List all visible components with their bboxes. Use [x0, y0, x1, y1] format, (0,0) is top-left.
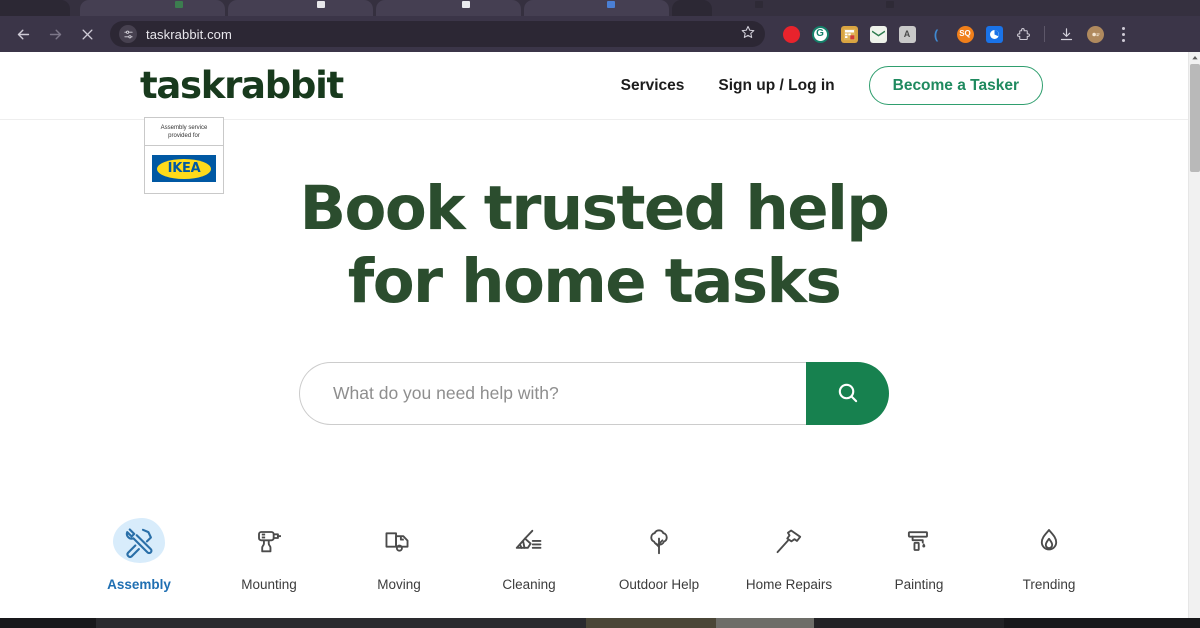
- nav-services[interactable]: Services: [621, 77, 685, 95]
- browser-tab[interactable]: [376, 0, 521, 16]
- extension-blue-chart[interactable]: [980, 20, 1008, 48]
- back-button[interactable]: [8, 19, 38, 49]
- taskrabbit-page: taskrabbit Services Sign up / Log in Bec…: [0, 52, 1188, 628]
- page-scrollbar[interactable]: [1188, 52, 1200, 628]
- tab-favicon: [175, 1, 183, 8]
- extension-calculator[interactable]: [835, 20, 863, 48]
- category-label: Painting: [894, 577, 944, 592]
- downloads-button[interactable]: [1052, 20, 1080, 48]
- become-a-tasker-button[interactable]: Become a Tasker: [868, 65, 1043, 106]
- browser-tab[interactable]: [80, 0, 225, 16]
- category-mounting[interactable]: Mounting: [204, 518, 334, 592]
- forward-button[interactable]: [40, 19, 70, 49]
- category-moving[interactable]: Moving: [334, 518, 464, 592]
- extensions-area: G A ( SQ: [777, 20, 1136, 48]
- hammer-icon-holder: [761, 518, 817, 566]
- badge-caption: Assembly service provided for: [145, 118, 223, 147]
- tab-favicon: [607, 1, 615, 8]
- stop-loading-button[interactable]: [72, 19, 102, 49]
- tab-favicon: [886, 1, 894, 8]
- profile-avatar[interactable]: [1081, 20, 1109, 48]
- drill-icon: [258, 531, 281, 553]
- nav-signup-login[interactable]: Sign up / Log in: [718, 77, 834, 95]
- taskrabbit-logo[interactable]: taskrabbit: [140, 67, 344, 104]
- flame-icon: [1040, 529, 1058, 551]
- drill-icon-holder: [241, 518, 297, 566]
- tab-favicon: [462, 1, 470, 8]
- category-label: Trending: [1022, 577, 1076, 592]
- category-outdoor-help[interactable]: Outdoor Help: [594, 518, 724, 592]
- category-label: Home Repairs: [745, 577, 833, 592]
- category-label: Outdoor Help: [618, 577, 700, 592]
- search-submit-button[interactable]: [806, 362, 889, 426]
- browser-tab[interactable]: [524, 0, 669, 16]
- browser-tab[interactable]: [0, 0, 70, 16]
- tab-strip[interactable]: [0, 0, 1200, 16]
- tab-favicon: [755, 1, 763, 8]
- extension-mail[interactable]: [864, 20, 892, 48]
- headline-line-2: for home tasks: [347, 246, 842, 318]
- broom-icon-holder: [501, 518, 557, 566]
- ikea-wordmark: IKEA: [167, 161, 201, 177]
- tab-favicon: [317, 1, 325, 8]
- category-home-repairs[interactable]: Home Repairs: [724, 518, 854, 592]
- category-label: Cleaning: [502, 577, 556, 592]
- browser-tab[interactable]: [228, 0, 373, 16]
- flame-icon-holder: [1021, 518, 1077, 566]
- scroll-up-arrow-icon[interactable]: [1189, 52, 1200, 64]
- tree-icon: [650, 529, 668, 555]
- category-row: Assembly Mounting Moving Cleaning Outdoo…: [0, 518, 1188, 592]
- search-bar: [299, 362, 889, 426]
- toolbar-divider: [1044, 26, 1045, 42]
- headline-line-1: Book trusted help: [299, 173, 890, 244]
- category-label: Assembly: [107, 577, 171, 592]
- scrollbar-thumb[interactable]: [1190, 64, 1200, 172]
- tree-icon-holder: [631, 518, 687, 566]
- chrome-menu-button[interactable]: [1110, 26, 1136, 42]
- browser-tab[interactable]: [672, 0, 712, 16]
- truck-icon-holder: [371, 518, 427, 566]
- extension-sq-orange[interactable]: SQ: [951, 20, 979, 48]
- ikea-logo: IKEA: [145, 146, 223, 193]
- browser-window: taskrabbit.com G A (SQ taskrabbit Servi…: [0, 0, 1200, 628]
- extension-red-shield[interactable]: [777, 20, 805, 48]
- paintroller-icon: [907, 531, 928, 551]
- site-header: taskrabbit Services Sign up / Log in Bec…: [0, 52, 1188, 120]
- category-assembly[interactable]: Assembly: [74, 518, 204, 592]
- search-icon: [836, 381, 859, 407]
- extension-grammarly[interactable]: G: [806, 20, 834, 48]
- broom-icon: [515, 529, 542, 549]
- page-viewport: taskrabbit Services Sign up / Log in Bec…: [0, 52, 1200, 628]
- category-label: Moving: [377, 577, 421, 592]
- address-bar[interactable]: taskrabbit.com: [110, 21, 765, 47]
- os-taskbar: [0, 618, 1200, 628]
- bookmark-star-icon[interactable]: [741, 25, 755, 44]
- truck-icon: [385, 532, 409, 552]
- browser-toolbar: taskrabbit.com G A (SQ: [0, 16, 1200, 52]
- url-text: taskrabbit.com: [146, 26, 232, 42]
- main-nav: Services Sign up / Log in Become a Taske…: [621, 65, 1043, 106]
- search-input[interactable]: [333, 383, 806, 405]
- category-cleaning[interactable]: Cleaning: [464, 518, 594, 592]
- category-trending[interactable]: Trending: [984, 518, 1114, 592]
- tune-icon[interactable]: [119, 25, 137, 43]
- tools-icon-holder: [111, 518, 167, 566]
- extensions-puzzle-icon[interactable]: [1009, 20, 1037, 48]
- hammer-icon: [776, 529, 802, 554]
- paintroller-icon-holder: [891, 518, 947, 566]
- ikea-partner-badge: Assembly service provided for IKEA: [144, 117, 224, 195]
- tools-icon: [125, 528, 153, 558]
- search-input-wrap[interactable]: [299, 362, 806, 426]
- extension-blue-bracket[interactable]: (: [922, 20, 950, 48]
- extension-archive[interactable]: A: [893, 20, 921, 48]
- category-label: Mounting: [241, 577, 297, 592]
- category-painting[interactable]: Painting: [854, 518, 984, 592]
